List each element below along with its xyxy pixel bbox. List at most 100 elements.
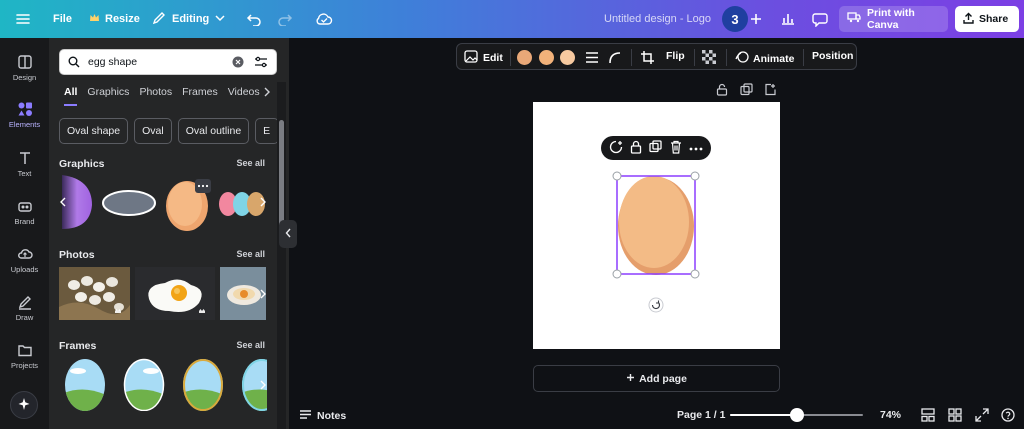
frame-egg-gold-border[interactable] — [182, 357, 224, 414]
graphics-scroll-right-icon[interactable] — [259, 196, 267, 210]
lock-page-icon[interactable] — [716, 83, 728, 99]
border-style-icon[interactable] — [585, 51, 599, 67]
chip-oval-outline[interactable]: Oval outline — [177, 118, 250, 144]
transparency-icon[interactable] — [702, 50, 716, 67]
help-icon[interactable] — [1001, 408, 1015, 425]
more-options-icon[interactable] — [689, 142, 703, 154]
cloud-save-icon[interactable] — [315, 0, 333, 38]
flip-button[interactable]: Flip — [666, 50, 685, 62]
pages-grid-icon[interactable] — [948, 408, 962, 425]
tab-graphics[interactable]: Graphics — [87, 86, 129, 106]
collaborator-avatar[interactable]: 3 — [722, 6, 748, 32]
add-comment-icon[interactable] — [609, 140, 623, 157]
photos-section-header: Photos See all — [59, 249, 265, 261]
color-swatch-3[interactable] — [560, 50, 575, 65]
animate-label: Animate — [753, 52, 795, 65]
panel-scrollbar[interactable] — [277, 82, 286, 429]
notes-icon — [299, 409, 312, 423]
color-swatch-2[interactable] — [539, 50, 554, 65]
menu-icon[interactable] — [16, 0, 30, 38]
redo-icon[interactable] — [277, 0, 293, 38]
notes-button[interactable]: Notes — [299, 409, 346, 423]
graphic-gray-oval[interactable] — [101, 189, 157, 220]
photo-fried-egg[interactable] — [135, 267, 215, 323]
rail-label-projects: Projects — [10, 361, 39, 370]
zoom-slider-knob[interactable] — [789, 408, 804, 422]
tab-photos[interactable]: Photos — [139, 86, 172, 106]
chip-more[interactable]: E — [255, 118, 280, 144]
tabs-scroll-right-icon[interactable] — [263, 87, 271, 100]
crop-icon[interactable] — [640, 50, 655, 68]
rail-item-brand[interactable]: Brand — [0, 198, 49, 226]
frames-see-all[interactable]: See all — [236, 340, 265, 352]
rail-item-projects[interactable]: Projects — [0, 342, 49, 370]
graphics-scroll-left-icon[interactable] — [59, 196, 67, 210]
filter-icon[interactable] — [254, 56, 268, 68]
trash-icon[interactable] — [670, 140, 682, 157]
print-with-canva-button[interactable]: Print with Canva — [839, 6, 948, 32]
rail-item-elements[interactable]: Elements — [0, 101, 49, 129]
fullscreen-icon[interactable] — [975, 408, 989, 425]
rail-item-text[interactable]: Text — [0, 150, 49, 178]
egg-graphic[interactable] — [618, 176, 694, 275]
lock-icon[interactable] — [630, 140, 642, 157]
design-title[interactable]: Untitled design - Logo — [604, 0, 711, 38]
undo-icon[interactable] — [246, 0, 262, 38]
duplicate-page-icon[interactable] — [740, 83, 753, 99]
tab-all[interactable]: All — [64, 86, 78, 106]
photo-eggs-in-nest[interactable] — [59, 267, 130, 323]
frames-scroll-right-icon[interactable] — [259, 379, 267, 393]
element-floating-toolbar — [601, 136, 711, 160]
uploads-icon — [17, 246, 33, 262]
chip-oval-shape[interactable]: Oval shape — [59, 118, 129, 144]
collapse-panel-button[interactable] — [279, 220, 297, 248]
file-menu[interactable]: File — [53, 0, 72, 38]
rail-item-uploads[interactable]: Uploads — [0, 246, 49, 274]
edit-button[interactable]: Edit — [464, 50, 503, 66]
editing-mode-dropdown[interactable]: Editing — [152, 0, 225, 38]
brand-icon — [17, 198, 33, 214]
share-button[interactable]: Share — [955, 6, 1019, 32]
zoom-slider-fill — [730, 414, 797, 416]
more-options-icon[interactable] — [195, 179, 211, 196]
chip-oval[interactable]: Oval — [134, 118, 172, 144]
tab-videos[interactable]: Videos — [228, 86, 260, 106]
comment-icon[interactable] — [812, 0, 828, 38]
duplicate-icon[interactable] — [649, 140, 663, 156]
chevron-down-icon — [215, 13, 225, 25]
frames-title: Frames — [59, 340, 97, 352]
magic-assistant-button[interactable] — [10, 391, 38, 419]
search-input[interactable]: egg shape — [88, 56, 232, 68]
add-page-icon[interactable] — [764, 83, 777, 99]
position-button[interactable]: Position — [812, 50, 853, 62]
frame-egg-plain[interactable] — [64, 357, 106, 414]
toolbar-separator — [631, 49, 632, 66]
insights-icon[interactable] — [780, 0, 796, 38]
tab-frames[interactable]: Frames — [182, 86, 218, 106]
color-swatch-1[interactable] — [517, 50, 532, 65]
rail-item-draw[interactable]: Draw — [0, 294, 49, 322]
animate-button[interactable]: Animate — [735, 50, 794, 67]
corner-rounding-icon[interactable] — [608, 51, 622, 67]
add-collaborator-icon[interactable] — [750, 0, 762, 38]
resize-label: Resize — [105, 13, 140, 25]
photos-see-all[interactable]: See all — [236, 249, 265, 261]
resize-button[interactable]: Resize — [89, 0, 140, 38]
add-page-button[interactable]: Add page — [533, 365, 780, 392]
search-box: egg shape — [59, 49, 277, 75]
chevron-left-icon — [285, 227, 292, 241]
zoom-level[interactable]: 74% — [880, 409, 901, 421]
footer-bar: Notes Page 1 / 1 74% — [289, 402, 1024, 429]
truck-icon — [847, 12, 861, 26]
page-indicator[interactable]: Page 1 / 1 — [677, 409, 725, 421]
rotate-handle-icon[interactable] — [648, 297, 664, 313]
rail-item-design[interactable]: Design — [0, 54, 49, 82]
photos-scroll-right-icon[interactable] — [259, 288, 267, 302]
frame-egg-white-border[interactable] — [123, 357, 165, 414]
graphics-see-all[interactable]: See all — [236, 158, 265, 170]
clear-search-icon[interactable] — [232, 56, 244, 68]
text-icon — [17, 150, 33, 166]
grid-view-icon[interactable] — [921, 408, 935, 425]
rail-label-text: Text — [17, 169, 32, 178]
add-page-label: Add page — [639, 372, 687, 385]
